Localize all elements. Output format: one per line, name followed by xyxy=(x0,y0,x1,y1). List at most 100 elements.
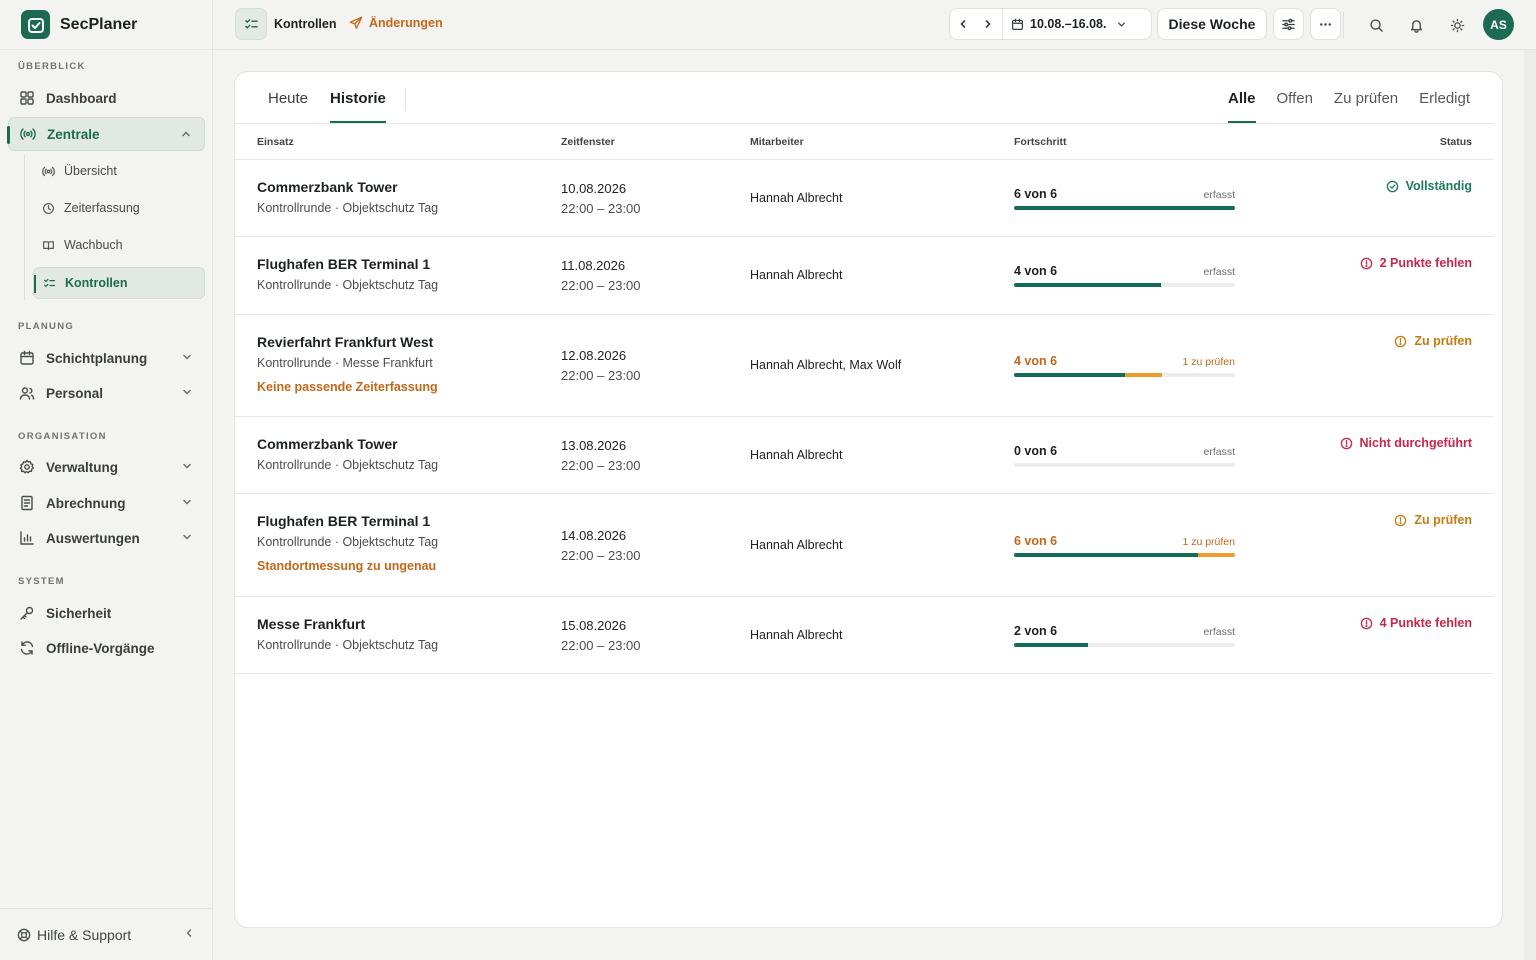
filter-settings-button[interactable] xyxy=(1273,8,1304,40)
sidebar-item-offline[interactable]: Offline-Vorgänge xyxy=(8,631,205,665)
progress-fill-done xyxy=(1014,373,1125,377)
sidebar-item-label: Auswertungen xyxy=(46,530,140,546)
einsatz-title[interactable]: Commerzbank Tower xyxy=(257,179,398,195)
mitarbeiter-name: Hannah Albrecht, Max Wolf xyxy=(750,358,902,372)
progress-fill-review xyxy=(1125,373,1162,377)
book-icon xyxy=(41,238,56,253)
column-header-zeitfenster[interactable]: Zeitfenster xyxy=(561,136,615,148)
einsatz-title[interactable]: Commerzbank Tower xyxy=(257,436,398,452)
sidebar-item-verwaltung[interactable]: Verwaltung xyxy=(8,450,205,484)
status-label: 4 Punkte fehlen xyxy=(1379,616,1472,630)
sidebar-item-dashboard[interactable]: Dashboard xyxy=(8,81,205,115)
sync-icon xyxy=(18,639,36,657)
sidebar-item-auswertungen[interactable]: Auswertungen xyxy=(8,521,205,555)
einsatz-title[interactable]: Revierfahrt Frankfurt West xyxy=(257,334,433,350)
einsatz-subtitle: Kontrollrunde · Objektschutz Tag xyxy=(257,638,439,652)
zeitfenster-date: 14.08.2026 xyxy=(561,528,627,543)
table-row[interactable]: Flughafen BER Terminal 1 Kontrollrunde · … xyxy=(235,237,1493,315)
filter-zu-pruefen[interactable]: Zu prüfen xyxy=(1334,90,1398,124)
tab-heute[interactable]: Heute xyxy=(268,90,308,124)
mitarbeiter-name: Hannah Albrecht xyxy=(750,538,843,552)
filter-offen[interactable]: Offen xyxy=(1277,90,1313,124)
controls-card: Heute Historie Alle Offen Zu prüfen Erle… xyxy=(234,71,1503,928)
sidebar-item-label: Verwaltung xyxy=(46,459,119,475)
chevron-down-icon[interactable] xyxy=(1116,19,1127,30)
table-header: Einsatz Zeitfenster Mitarbeiter Fortschr… xyxy=(235,123,1493,160)
progress-note: erfasst xyxy=(1203,266,1235,278)
status-badge[interactable]: 2 Punkte fehlen xyxy=(1360,256,1472,270)
status-badge[interactable]: Zu prüfen xyxy=(1394,334,1472,348)
tab-historie[interactable]: Historie xyxy=(330,90,386,124)
changes-link[interactable]: Änderungen xyxy=(349,16,443,30)
this-week-button[interactable]: Diese Woche xyxy=(1157,8,1267,40)
status-badge[interactable]: 4 Punkte fehlen xyxy=(1360,616,1472,630)
calendar-icon xyxy=(1011,18,1024,31)
progress-note: erfasst xyxy=(1203,626,1235,638)
avatar[interactable]: AS xyxy=(1483,9,1514,40)
einsatz-title[interactable]: Flughafen BER Terminal 1 xyxy=(257,256,430,272)
sidebar-item-label: Schichtplanung xyxy=(46,350,148,366)
filter-alle[interactable]: Alle xyxy=(1227,90,1256,124)
column-header-mitarbeiter[interactable]: Mitarbeiter xyxy=(750,136,804,148)
column-header-einsatz[interactable]: Einsatz xyxy=(257,136,294,148)
sidebar-item-label: Kontrollen xyxy=(65,276,128,290)
status-badge[interactable]: Nicht durchgeführt xyxy=(1340,436,1472,450)
einsatz-title[interactable]: Messe Frankfurt xyxy=(257,616,365,632)
sidebar-item-zentrale[interactable]: Zentrale xyxy=(7,117,205,151)
zeitfenster-date: 10.08.2026 xyxy=(561,181,627,196)
collapse-sidebar-icon[interactable] xyxy=(183,927,195,939)
mitarbeiter-name: Hannah Albrecht xyxy=(750,191,843,205)
status-label: Zu prüfen xyxy=(1414,513,1472,527)
date-range-value[interactable]: 10.08.–16.08. xyxy=(1030,17,1106,31)
bell-icon[interactable] xyxy=(1403,12,1429,38)
table-row[interactable]: Flughafen BER Terminal 1 Kontrollrunde · … xyxy=(235,494,1493,597)
lifebuoy-icon xyxy=(17,928,31,942)
chevron-down-icon xyxy=(181,351,193,366)
divider xyxy=(405,88,406,110)
status-badge[interactable]: Vollständig xyxy=(1386,179,1472,193)
sidebar-item-abrechnung[interactable]: Abrechnung xyxy=(8,486,205,520)
sidebar-item-wachbuch[interactable]: Wachbuch xyxy=(33,229,205,261)
sidebar-item-uebersicht[interactable]: Übersicht xyxy=(33,155,205,187)
chevron-right-icon[interactable] xyxy=(975,9,1000,39)
date-range-picker: 10.08.–16.08. xyxy=(949,8,1152,40)
zeitfenster-time: 22:00 – 23:00 xyxy=(561,278,641,293)
sidebar-item-label: Wachbuch xyxy=(64,238,123,252)
table-row[interactable]: Revierfahrt Frankfurt West Kontrollrunde … xyxy=(235,315,1493,417)
sidebar-item-label: Sicherheit xyxy=(46,605,112,621)
brand[interactable]: SecPlaner xyxy=(0,0,212,50)
logo-icon xyxy=(21,10,50,39)
section-label-overview: ÜBERBLICK xyxy=(18,61,86,72)
alert-circle-icon xyxy=(1394,514,1407,527)
sliders-icon xyxy=(1281,17,1296,32)
filter-erledigt[interactable]: Erledigt xyxy=(1419,90,1470,124)
sidebar-item-zeiterfassung[interactable]: Zeiterfassung xyxy=(33,192,205,224)
users-icon xyxy=(18,384,36,402)
progress-fill-done xyxy=(1014,643,1088,647)
sidebar-item-kontrollen[interactable]: Kontrollen xyxy=(33,267,205,299)
sidebar-item-sicherheit[interactable]: Sicherheit xyxy=(8,596,205,630)
page-menu-button[interactable] xyxy=(235,8,267,40)
column-header-fortschritt[interactable]: Fortschritt xyxy=(1014,136,1067,148)
zeitfenster-time: 22:00 – 23:00 xyxy=(561,201,641,216)
more-button[interactable] xyxy=(1310,8,1341,40)
checklist-icon xyxy=(244,17,259,32)
zeitfenster-time: 22:00 – 23:00 xyxy=(561,368,641,383)
table-row[interactable]: Commerzbank Tower Kontrollrunde · Objekts… xyxy=(235,417,1493,494)
table-row[interactable]: Commerzbank Tower Kontrollrunde · Objekts… xyxy=(235,160,1493,237)
view-tabs: Heute Historie xyxy=(268,90,408,124)
sun-icon[interactable] xyxy=(1444,12,1470,38)
search-icon[interactable] xyxy=(1363,12,1389,38)
column-header-status[interactable]: Status xyxy=(1440,136,1472,148)
sidebar-item-personal[interactable]: Personal xyxy=(8,376,205,410)
progress-fill-done xyxy=(1014,206,1235,210)
einsatz-warning: Standortmessung zu ungenau xyxy=(257,559,437,573)
status-badge[interactable]: Zu prüfen xyxy=(1394,513,1472,527)
chevron-left-icon[interactable] xyxy=(950,9,975,39)
sidebar-item-schichtplanung[interactable]: Schichtplanung xyxy=(8,341,205,375)
progress-track xyxy=(1014,373,1235,377)
help-support-link[interactable]: Hilfe & Support xyxy=(0,908,213,960)
scrollbar[interactable] xyxy=(1524,50,1536,960)
einsatz-title[interactable]: Flughafen BER Terminal 1 xyxy=(257,513,430,529)
table-row[interactable]: Messe Frankfurt Kontrollrunde · Objektsch… xyxy=(235,597,1493,674)
